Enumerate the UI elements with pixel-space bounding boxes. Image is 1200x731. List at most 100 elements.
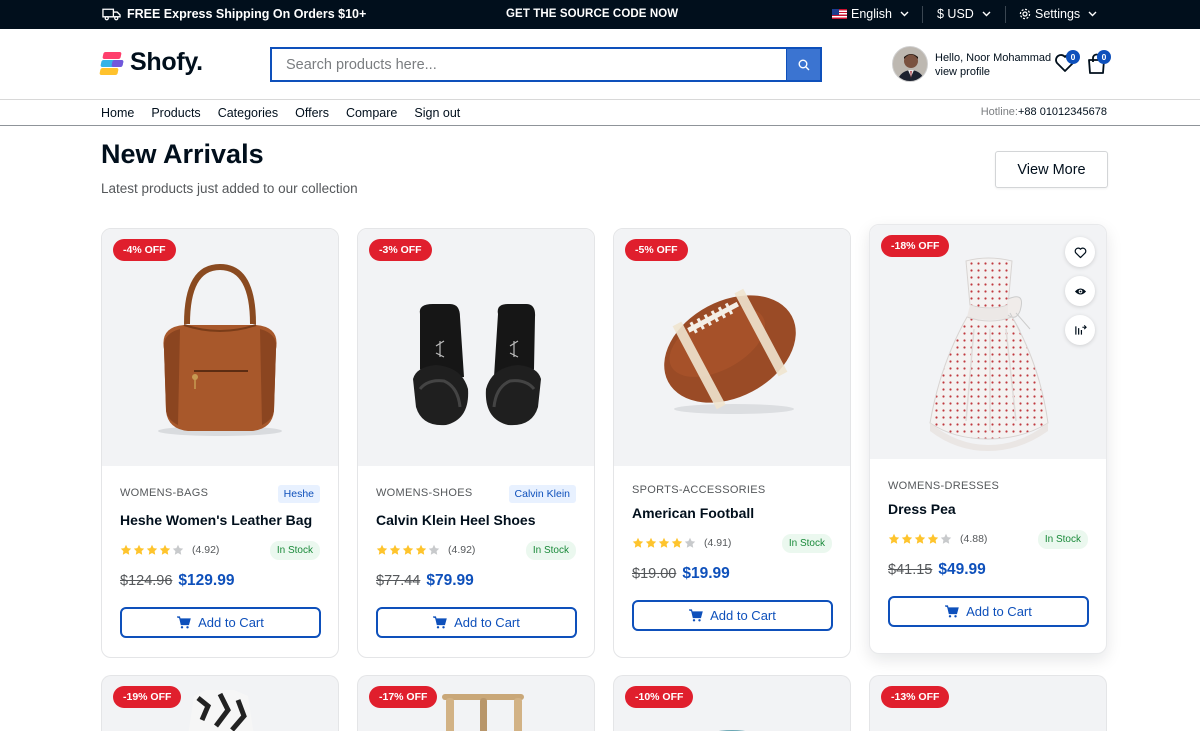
brand-tag[interactable]: Heshe <box>277 485 320 503</box>
star-icon <box>415 544 427 555</box>
user-account[interactable]: Hello, Noor Mohammad view profile <box>935 51 1051 79</box>
product-card[interactable]: -13% OFF <box>869 675 1107 731</box>
main-navigation: Home Products Categories Offers Compare … <box>0 100 1200 126</box>
nav-item-categories[interactable]: Categories <box>218 106 278 120</box>
wishlist-count-badge: 0 <box>1066 50 1080 64</box>
search-button[interactable] <box>786 49 820 80</box>
product-name[interactable]: Heshe Women's Leather Bag <box>120 512 312 528</box>
stock-badge: In Stock <box>1037 530 1088 549</box>
star-icon <box>645 537 657 548</box>
rating-value: (4.91) <box>704 537 732 549</box>
user-greeting: Hello, Noor Mohammad <box>935 52 1052 64</box>
wishlist-button[interactable]: 0 <box>1054 50 1080 77</box>
language-selector[interactable]: English <box>832 7 909 21</box>
star-empty-icon <box>428 544 440 555</box>
price: $124.96 $129.99 <box>120 572 234 590</box>
shipping-text: FREE Express Shipping On Orders $10+ <box>127 7 367 21</box>
cart-icon <box>689 609 703 622</box>
rating-value: (4.92) <box>448 544 476 556</box>
logo-mark-icon <box>99 51 125 75</box>
us-flag-icon <box>832 9 847 19</box>
discount-badge: -13% OFF <box>881 686 950 708</box>
product-name[interactable]: Calvin Klein Heel Shoes <box>376 512 536 528</box>
price: $19.00 $19.99 <box>632 565 730 583</box>
product-card[interactable]: -18% OFF WOMENS-DRESSES Dress Pea (4.88)… <box>869 224 1107 654</box>
view-more-button[interactable]: View More <box>995 151 1108 188</box>
wishlist-action-button[interactable] <box>1065 237 1095 267</box>
cart-icon <box>433 616 447 629</box>
current-price: $19.99 <box>682 565 730 582</box>
quick-view-button[interactable] <box>1065 276 1095 306</box>
product-name[interactable]: Dress Pea <box>888 501 956 517</box>
old-price: $19.00 <box>632 566 677 582</box>
add-to-cart-label: Add to Cart <box>710 608 776 623</box>
product-category[interactable]: WOMENS-SHOES <box>376 487 473 499</box>
add-to-cart-button[interactable]: Add to Cart <box>888 596 1089 627</box>
star-icon <box>658 537 670 548</box>
product-card[interactable]: -4% OFF WOMENS-BAGS Heshe Heshe Women's … <box>101 228 339 658</box>
product-card[interactable]: -3% OFF WOMENS-SHOES Calvin Klein Calvin… <box>357 228 595 658</box>
discount-badge: -18% OFF <box>881 235 950 257</box>
add-to-cart-button[interactable]: Add to Cart <box>376 607 577 638</box>
discount-badge: -4% OFF <box>113 239 176 261</box>
product-card[interactable]: -17% OFF <box>357 675 595 731</box>
site-logo[interactable]: Shofy. <box>99 48 203 77</box>
product-name[interactable]: American Football <box>632 505 754 521</box>
search-input[interactable] <box>272 49 786 80</box>
leather-bag-image <box>158 263 282 436</box>
shipping-notice: FREE Express Shipping On Orders $10+ <box>102 7 366 21</box>
nav-links: Home Products Categories Offers Compare … <box>101 106 460 120</box>
product-category[interactable]: WOMENS-DRESSES <box>888 480 999 492</box>
currency-selector[interactable]: $ USD <box>937 7 991 21</box>
add-to-cart-label: Add to Cart <box>198 615 264 630</box>
price: $77.44 $79.99 <box>376 572 474 590</box>
brand-tag[interactable]: Calvin Klein <box>508 485 576 503</box>
language-label: English <box>851 7 892 21</box>
hotline-number[interactable]: +88 01012345678 <box>1018 106 1107 118</box>
nav-item-sign-out[interactable]: Sign out <box>414 106 460 120</box>
rating-value: (4.88) <box>960 533 988 545</box>
hotline-label: Hotline: <box>980 106 1018 118</box>
star-icon <box>146 544 158 555</box>
heel-shoes-image <box>413 304 541 426</box>
add-to-cart-label: Add to Cart <box>454 615 520 630</box>
compare-icon <box>1074 324 1087 335</box>
nav-item-home[interactable]: Home <box>101 106 134 120</box>
avatar[interactable] <box>892 46 928 82</box>
chevron-down-icon <box>900 11 909 17</box>
product-image[interactable] <box>358 229 594 466</box>
product-image[interactable] <box>614 229 850 466</box>
product-card[interactable]: -19% OFF <box>101 675 339 731</box>
star-icon <box>927 533 939 544</box>
product-card[interactable]: -10% OFF <box>613 675 851 731</box>
current-price: $129.99 <box>178 572 235 589</box>
gear-icon <box>1019 8 1031 20</box>
discount-badge: -5% OFF <box>625 239 688 261</box>
product-category[interactable]: WOMENS-BAGS <box>120 487 208 499</box>
product-card[interactable]: -5% OFF SPORTS-ACCESSORIES American Foot… <box>613 228 851 658</box>
star-empty-icon <box>940 533 952 544</box>
nav-item-products[interactable]: Products <box>151 106 200 120</box>
stock-badge: In Stock <box>525 541 576 560</box>
nav-item-offers[interactable]: Offers <box>295 106 329 120</box>
nav-item-compare[interactable]: Compare <box>346 106 397 120</box>
divider <box>922 6 923 23</box>
heart-icon <box>1074 247 1086 258</box>
add-to-cart-button[interactable]: Add to Cart <box>632 600 833 631</box>
star-icon <box>389 544 401 555</box>
compare-button[interactable] <box>1065 315 1095 345</box>
view-profile-link[interactable]: view profile <box>935 65 1051 79</box>
star-icon <box>632 537 644 548</box>
currency-label: $ USD <box>937 7 974 21</box>
add-to-cart-button[interactable]: Add to Cart <box>120 607 321 638</box>
logo-text: Shofy. <box>130 48 203 76</box>
discount-badge: -19% OFF <box>113 686 182 708</box>
cart-icon <box>945 605 959 618</box>
search-bar <box>270 47 822 82</box>
user-photo-icon <box>893 47 927 81</box>
product-image[interactable] <box>102 229 338 466</box>
source-code-link[interactable]: GET THE SOURCE CODE NOW <box>506 8 678 20</box>
cart-button[interactable]: 0 <box>1086 50 1111 77</box>
settings-selector[interactable]: Settings <box>1019 7 1097 21</box>
product-category[interactable]: SPORTS-ACCESSORIES <box>632 484 766 496</box>
